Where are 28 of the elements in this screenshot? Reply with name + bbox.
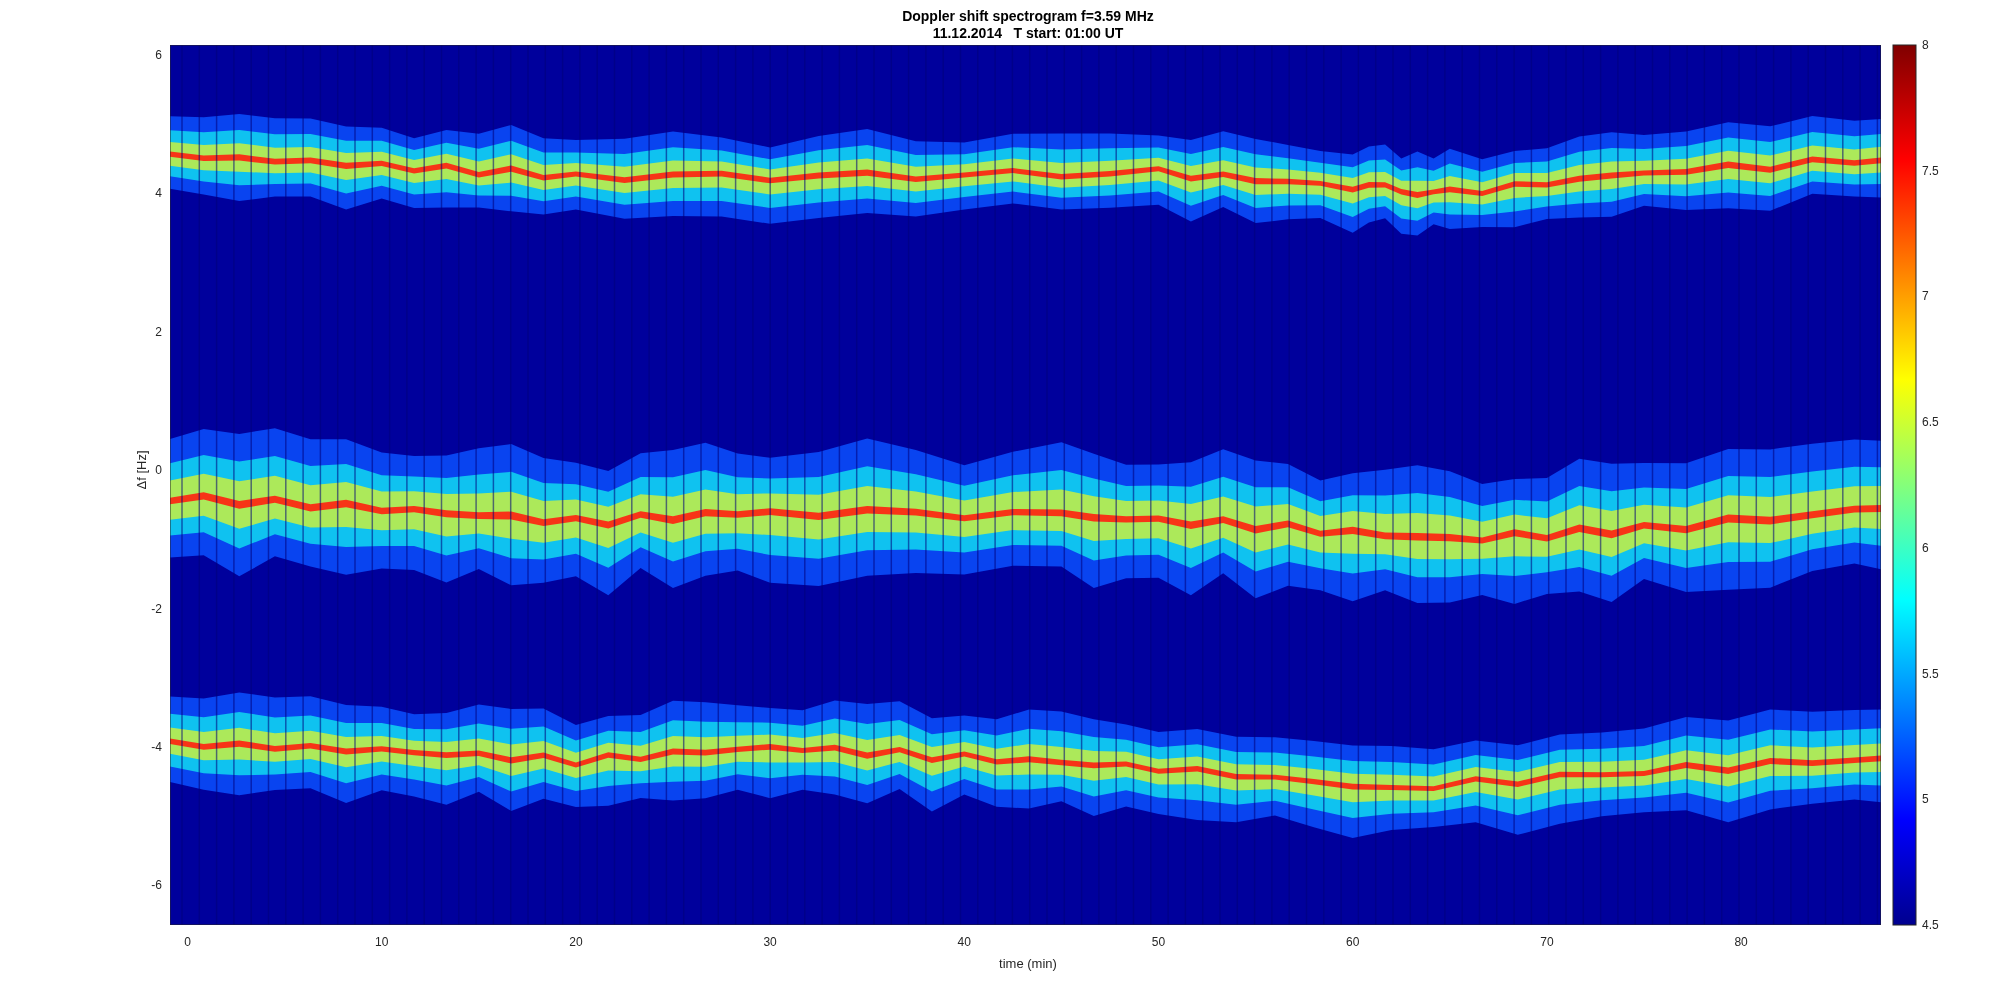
y-tick-label: 6 <box>155 48 162 62</box>
y-tick-label: 0 <box>155 463 162 478</box>
colorbar-tick-label: 4.5 <box>1922 918 1939 932</box>
y-tick-label: -6 <box>151 878 162 893</box>
x-tick-label: 30 <box>763 935 777 949</box>
x-tick-label: 80 <box>1734 935 1748 949</box>
x-tick-label: 70 <box>1540 935 1554 949</box>
y-tick-label: -4 <box>151 740 162 754</box>
x-tick-label: 10 <box>375 935 389 949</box>
colorbar-tick-label: 6 <box>1922 540 1929 555</box>
colorbar-tick-label: 7.5 <box>1922 163 1939 178</box>
colorbar-tick-label: 7 <box>1922 289 1929 304</box>
x-tick-label: 60 <box>1346 935 1360 949</box>
x-axis-label: time (min) <box>999 956 1057 971</box>
colorbar-tick-label: 5 <box>1922 792 1929 807</box>
chart-title: 11.12.2014 T start: 01:00 UT <box>932 25 1124 41</box>
x-tick-label: 50 <box>1151 935 1166 949</box>
x-tick-label: 40 <box>957 935 971 949</box>
colorbar-tick-label: 8 <box>1922 38 1929 52</box>
x-tick-label: 0 <box>184 935 191 949</box>
colorbar-tick-label: 6.5 <box>1922 415 1939 430</box>
y-axis-label: Δf [Hz] <box>134 450 149 490</box>
y-tick-label: 2 <box>155 324 162 339</box>
colorbar-tick-label: 5.5 <box>1922 666 1939 681</box>
y-tick-label: 4 <box>155 186 162 201</box>
chart-title: Doppler shift spectrogram f=3.59 MHz <box>902 8 1154 24</box>
y-tick-label: -2 <box>151 601 162 616</box>
x-tick-label: 20 <box>569 935 583 949</box>
